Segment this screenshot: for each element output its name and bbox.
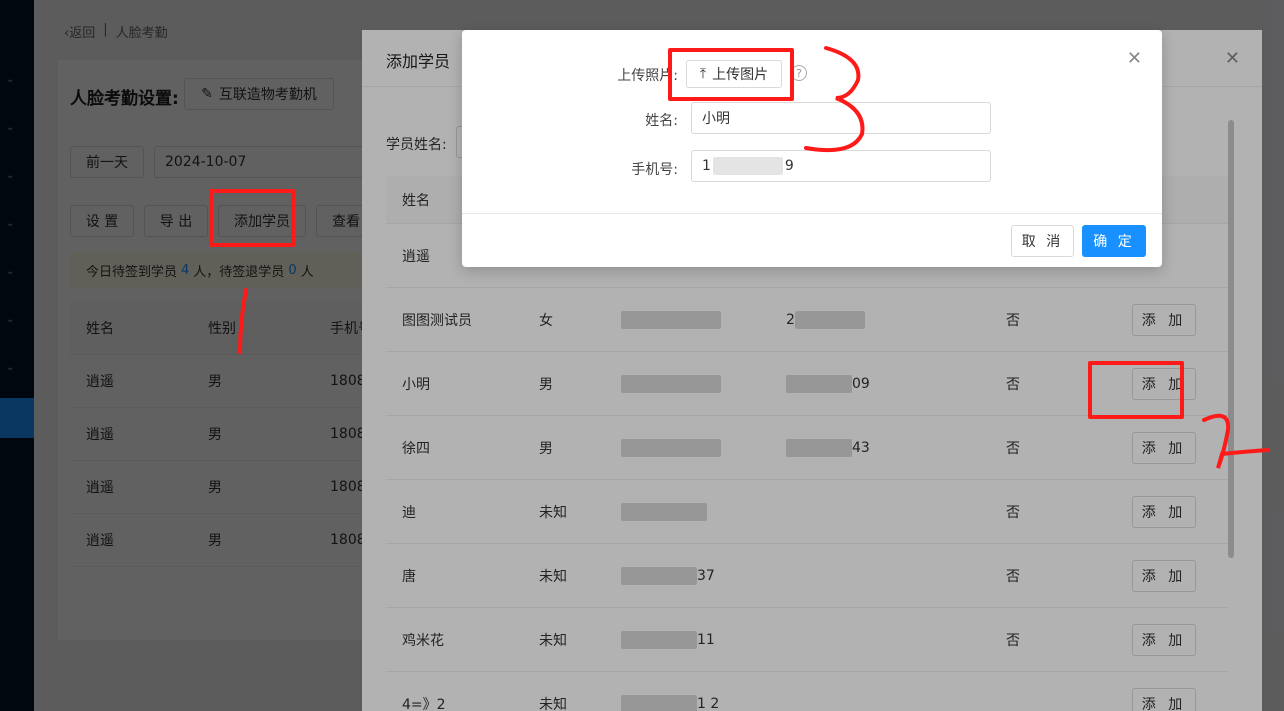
annotation-box-upload (668, 48, 794, 101)
annotation-box-add-student (209, 189, 295, 247)
close-icon[interactable]: ✕ (1127, 48, 1142, 69)
add-student-modal: ✕ 上传照片: ⤒ 上传图片 ? 姓名: 小明 手机号: 1 9 取 消 确 定 (462, 30, 1162, 267)
annotation-box-add-button (1088, 361, 1184, 419)
confirm-button[interactable]: 确 定 (1082, 225, 1146, 257)
phone-label: 手机号: (631, 162, 678, 178)
cancel-button[interactable]: 取 消 (1011, 225, 1074, 257)
upload-photo-label: 上传照片: (617, 68, 678, 84)
divider (462, 213, 1162, 214)
name-field[interactable]: 小明 (691, 102, 991, 134)
name-label: 姓名: (645, 113, 678, 129)
phone-field[interactable]: 1 9 (691, 150, 991, 182)
